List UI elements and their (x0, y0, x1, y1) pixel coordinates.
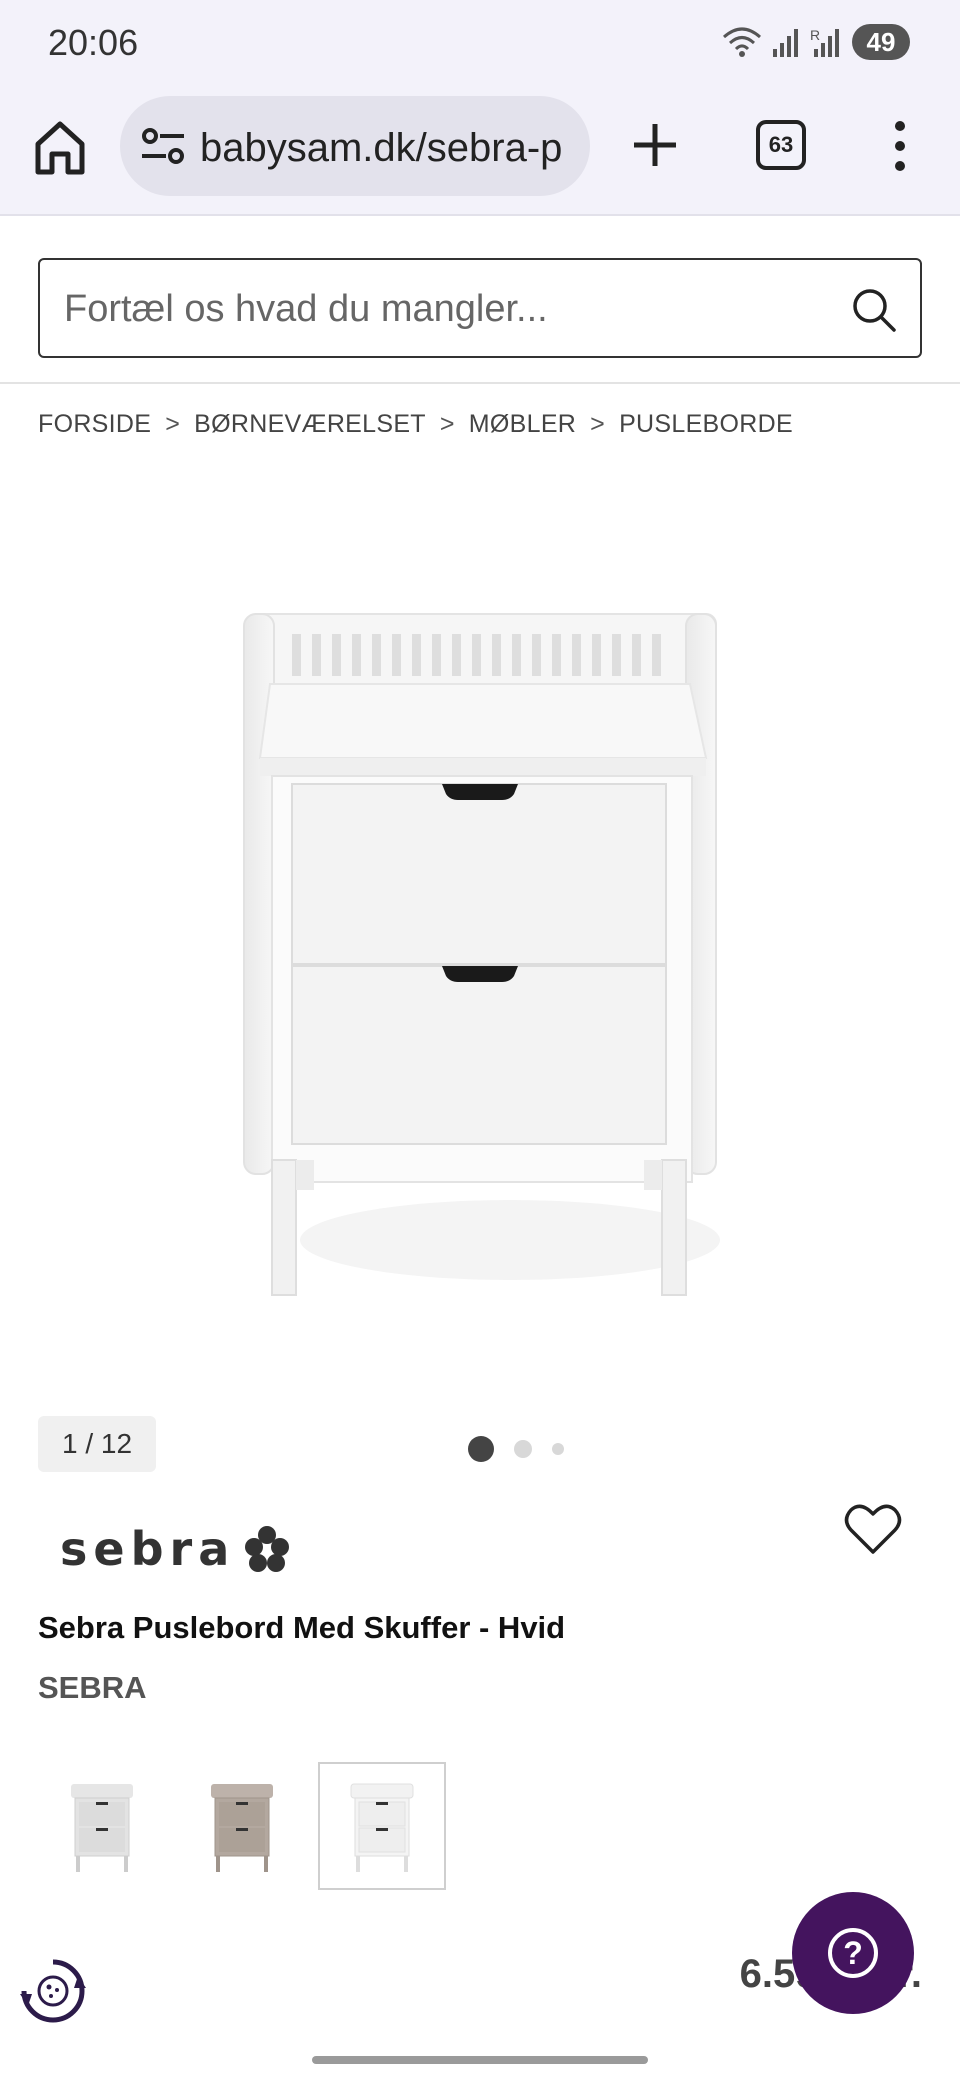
plus-icon[interactable] (630, 120, 680, 170)
site-settings-icon[interactable] (140, 124, 186, 168)
breadcrumb-separator: > (590, 410, 606, 438)
gallery-counter: 1 / 12 (38, 1416, 156, 1472)
search-bar (38, 258, 922, 358)
search-icon[interactable] (850, 286, 898, 334)
help-button[interactable]: ? (792, 1892, 914, 2014)
gallery-dot-3[interactable] (552, 1443, 564, 1455)
signal-icon (773, 29, 798, 57)
tabs-button[interactable]: 63 (756, 120, 806, 170)
help-question-icon: ? (828, 1928, 878, 1978)
brand-logo[interactable]: sebra (60, 1522, 293, 1576)
address-bar[interactable]: babysam.dk/sebra-p (120, 96, 590, 196)
svg-text:R: R (810, 27, 820, 43)
gallery-dot-2[interactable] (514, 1440, 532, 1458)
gallery-dot-1[interactable] (468, 1436, 494, 1462)
breadcrumb-separator: > (165, 410, 181, 438)
signal-r-icon: R (810, 27, 839, 57)
variant-thumb-white (350, 1783, 414, 1872)
status-icons: R 49 (722, 24, 910, 60)
breadcrumb: FORSIDE > BØRNEVÆRELSET > MØBLER > PUSLE… (38, 410, 793, 439)
search-input[interactable] (64, 280, 844, 338)
browser-toolbar: babysam.dk/sebra-p 63 (0, 88, 960, 216)
cookie-settings-icon[interactable] (16, 1954, 90, 2028)
sebra-flower-icon (245, 1526, 290, 1572)
product-image[interactable] (230, 600, 730, 1320)
variant-thumb-taupe (211, 1784, 273, 1872)
product-brand[interactable]: SEBRA (38, 1670, 147, 1706)
more-vert-icon[interactable] (880, 118, 920, 174)
url-text[interactable]: babysam.dk/sebra-p (200, 126, 572, 171)
divider (0, 382, 960, 384)
variant-thumb-grey (71, 1784, 133, 1872)
battery-icon: 49 (852, 24, 910, 60)
status-time: 20:06 (48, 22, 139, 63)
variant-taupe[interactable] (178, 1762, 306, 1890)
breadcrumb-boernevaerelset[interactable]: BØRNEVÆRELSET (194, 410, 426, 439)
wifi-icon (723, 27, 761, 57)
heart-outline-icon[interactable] (844, 1502, 902, 1556)
variant-white[interactable] (318, 1762, 446, 1890)
breadcrumb-forside[interactable]: FORSIDE (38, 410, 151, 439)
variant-light-grey[interactable] (38, 1762, 166, 1890)
product-title: Sebra Puslebord Med Skuffer - Hvid (38, 1610, 566, 1645)
brand-logo-text: sebra (60, 1522, 236, 1576)
variant-selector (38, 1762, 446, 1890)
gallery-dots (468, 1436, 564, 1462)
home-icon[interactable] (32, 118, 88, 178)
breadcrumb-moebler[interactable]: MØBLER (469, 410, 576, 439)
status-bar: 20:06 R 49 (0, 0, 960, 88)
breadcrumb-pusleborde[interactable]: PUSLEBORDE (619, 410, 793, 439)
gesture-bar[interactable] (312, 2056, 648, 2064)
breadcrumb-separator: > (439, 410, 455, 438)
